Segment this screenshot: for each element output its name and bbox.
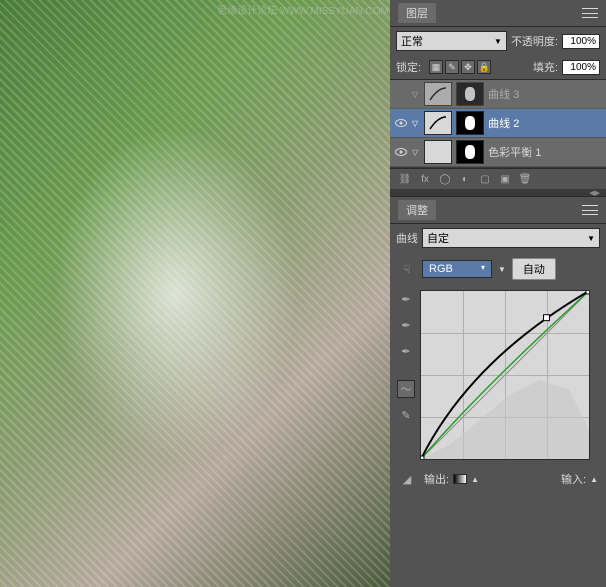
- output-gradient-icon: [453, 474, 467, 484]
- lock-position-icon[interactable]: ✥: [461, 60, 475, 74]
- arrow-icon: ▲: [471, 475, 479, 484]
- chevron-down-icon: ▾: [481, 263, 485, 275]
- preset-label: 曲线: [396, 230, 418, 246]
- layer-mask-icon[interactable]: ◯: [436, 172, 454, 186]
- layer-item-curves-3[interactable]: ▽ 曲线 3: [390, 80, 606, 109]
- layers-panel-header: 图层: [390, 0, 606, 27]
- curves-graph[interactable]: [420, 290, 590, 460]
- adjustment-thumbnail: [424, 82, 452, 106]
- opacity-input[interactable]: 100%: [562, 34, 600, 49]
- channel-dropdown[interactable]: RGB ▾: [422, 260, 492, 278]
- mask-thumbnail[interactable]: [456, 111, 484, 135]
- chevron-down-icon: ▼: [494, 37, 502, 46]
- layer-name-label: 曲线 2: [488, 115, 519, 131]
- panel-collapse-bar[interactable]: ◀▶: [390, 189, 606, 197]
- panel-menu-icon[interactable]: [582, 8, 598, 18]
- layer-list: ▽ 曲线 3 ▽ 曲线 2 ▽ ⚖ 色彩平衡 1: [390, 79, 606, 168]
- histogram: [421, 380, 589, 459]
- layer-name-label: 曲线 3: [488, 86, 519, 102]
- preset-row: 曲线 自定 ▼: [390, 224, 606, 252]
- adjustments-panel: 调整 曲线 自定 ▼ ☟ RGB ▾ ▼ 自动 ✒ ✒ ✒ 〜: [390, 197, 606, 587]
- layer-item-curves-2[interactable]: ▽ 曲线 2: [390, 109, 606, 138]
- lock-fill-row: 锁定: ▦ ✎ ✥ 🔒 填充: 100%: [390, 55, 606, 79]
- blend-mode-value: 正常: [401, 33, 423, 49]
- layers-footer: ⛓ fx ◯ ◐ ▢ ▣ 🗑: [390, 168, 606, 189]
- layer-item-color-balance[interactable]: ▽ ⚖ 色彩平衡 1: [390, 138, 606, 167]
- marching-ants-selection: [0, 0, 390, 587]
- curves-editor: ✒ ✒ ✒ 〜 ✎: [390, 286, 606, 464]
- adjustments-panel-header: 调整: [390, 197, 606, 224]
- mask-thumbnail[interactable]: [456, 140, 484, 164]
- blend-mode-dropdown[interactable]: 正常 ▼: [396, 31, 507, 51]
- adjustment-thumbnail: [424, 111, 452, 135]
- expand-arrow-icon[interactable]: ▽: [412, 90, 418, 99]
- layer-group-icon[interactable]: ▢: [476, 172, 494, 186]
- curve-point[interactable]: [586, 291, 589, 294]
- channel-value: RGB: [429, 263, 453, 275]
- curve-point[interactable]: [544, 315, 550, 321]
- mask-thumbnail[interactable]: [456, 82, 484, 106]
- curves-tools-column: ✒ ✒ ✒ 〜 ✎: [396, 290, 416, 460]
- lock-pixels-icon[interactable]: ✎: [445, 60, 459, 74]
- auto-button[interactable]: 自动: [512, 258, 556, 280]
- output-label: 输出: ▲: [424, 471, 479, 487]
- eyedropper-black-icon[interactable]: ✒: [397, 290, 415, 308]
- adjustments-tab[interactable]: 调整: [398, 200, 436, 220]
- input-label: 输入: ▲: [561, 471, 598, 487]
- collapse-arrows-icon: ◀▶: [589, 189, 600, 197]
- lock-label: 锁定:: [396, 59, 421, 75]
- eyedropper-gray-icon[interactable]: ✒: [397, 316, 415, 334]
- curves-svg: [421, 291, 589, 459]
- curve-point[interactable]: [421, 456, 424, 459]
- adjustment-layer-icon[interactable]: ◐: [456, 172, 474, 186]
- lock-all-icon[interactable]: 🔒: [477, 60, 491, 74]
- visibility-toggle-icon[interactable]: [394, 87, 408, 101]
- preset-value: 自定: [427, 230, 449, 246]
- point-curve-icon[interactable]: 〜: [397, 380, 415, 398]
- expand-arrow-icon[interactable]: ▽: [412, 148, 418, 157]
- visibility-toggle-icon[interactable]: [394, 116, 408, 130]
- expand-arrow-icon[interactable]: ▽: [412, 119, 418, 128]
- visibility-toggle-icon[interactable]: [394, 145, 408, 159]
- clip-to-layer-icon[interactable]: ◢: [398, 470, 416, 488]
- new-layer-icon[interactable]: ▣: [496, 172, 514, 186]
- layers-tab[interactable]: 图层: [398, 3, 436, 23]
- adjustment-thumbnail: ⚖: [424, 140, 452, 164]
- panel-menu-icon[interactable]: [582, 205, 598, 215]
- output-input-row: ◢ 输出: ▲ 输入: ▲: [390, 464, 606, 494]
- fill-input[interactable]: 100%: [562, 60, 600, 75]
- delete-layer-icon[interactable]: 🗑: [516, 172, 534, 186]
- eyedropper-white-icon[interactable]: ✒: [397, 342, 415, 360]
- watermark-text: 思缘设计论坛 WWW.MISSYUAN.COM: [217, 2, 389, 17]
- preset-dropdown[interactable]: 自定 ▼: [422, 228, 600, 248]
- arrow-icon: ▲: [590, 475, 598, 484]
- chevron-down-icon: ▼: [587, 234, 595, 243]
- opacity-label: 不透明度:: [511, 33, 558, 49]
- target-adjustment-icon[interactable]: ☟: [398, 260, 416, 278]
- fill-label: 填充:: [533, 59, 558, 75]
- blend-opacity-row: 正常 ▼ 不透明度: 100%: [390, 27, 606, 55]
- lock-icons-group: ▦ ✎ ✥ 🔒: [425, 60, 495, 74]
- channel-row: ☟ RGB ▾ ▼ 自动: [390, 252, 606, 286]
- panels-container: 思缘设计论坛 WWW.MISSYUAN.COM 图层 正常 ▼ 不透明度: 10…: [390, 0, 606, 587]
- dropdown-caret-icon: ▼: [498, 265, 506, 274]
- pencil-curve-icon[interactable]: ✎: [397, 406, 415, 424]
- document-canvas[interactable]: [0, 0, 390, 587]
- lock-transparency-icon[interactable]: ▦: [429, 60, 443, 74]
- layer-name-label: 色彩平衡 1: [488, 144, 541, 160]
- layer-effects-icon[interactable]: fx: [416, 172, 434, 186]
- link-layers-icon[interactable]: ⛓: [396, 172, 414, 186]
